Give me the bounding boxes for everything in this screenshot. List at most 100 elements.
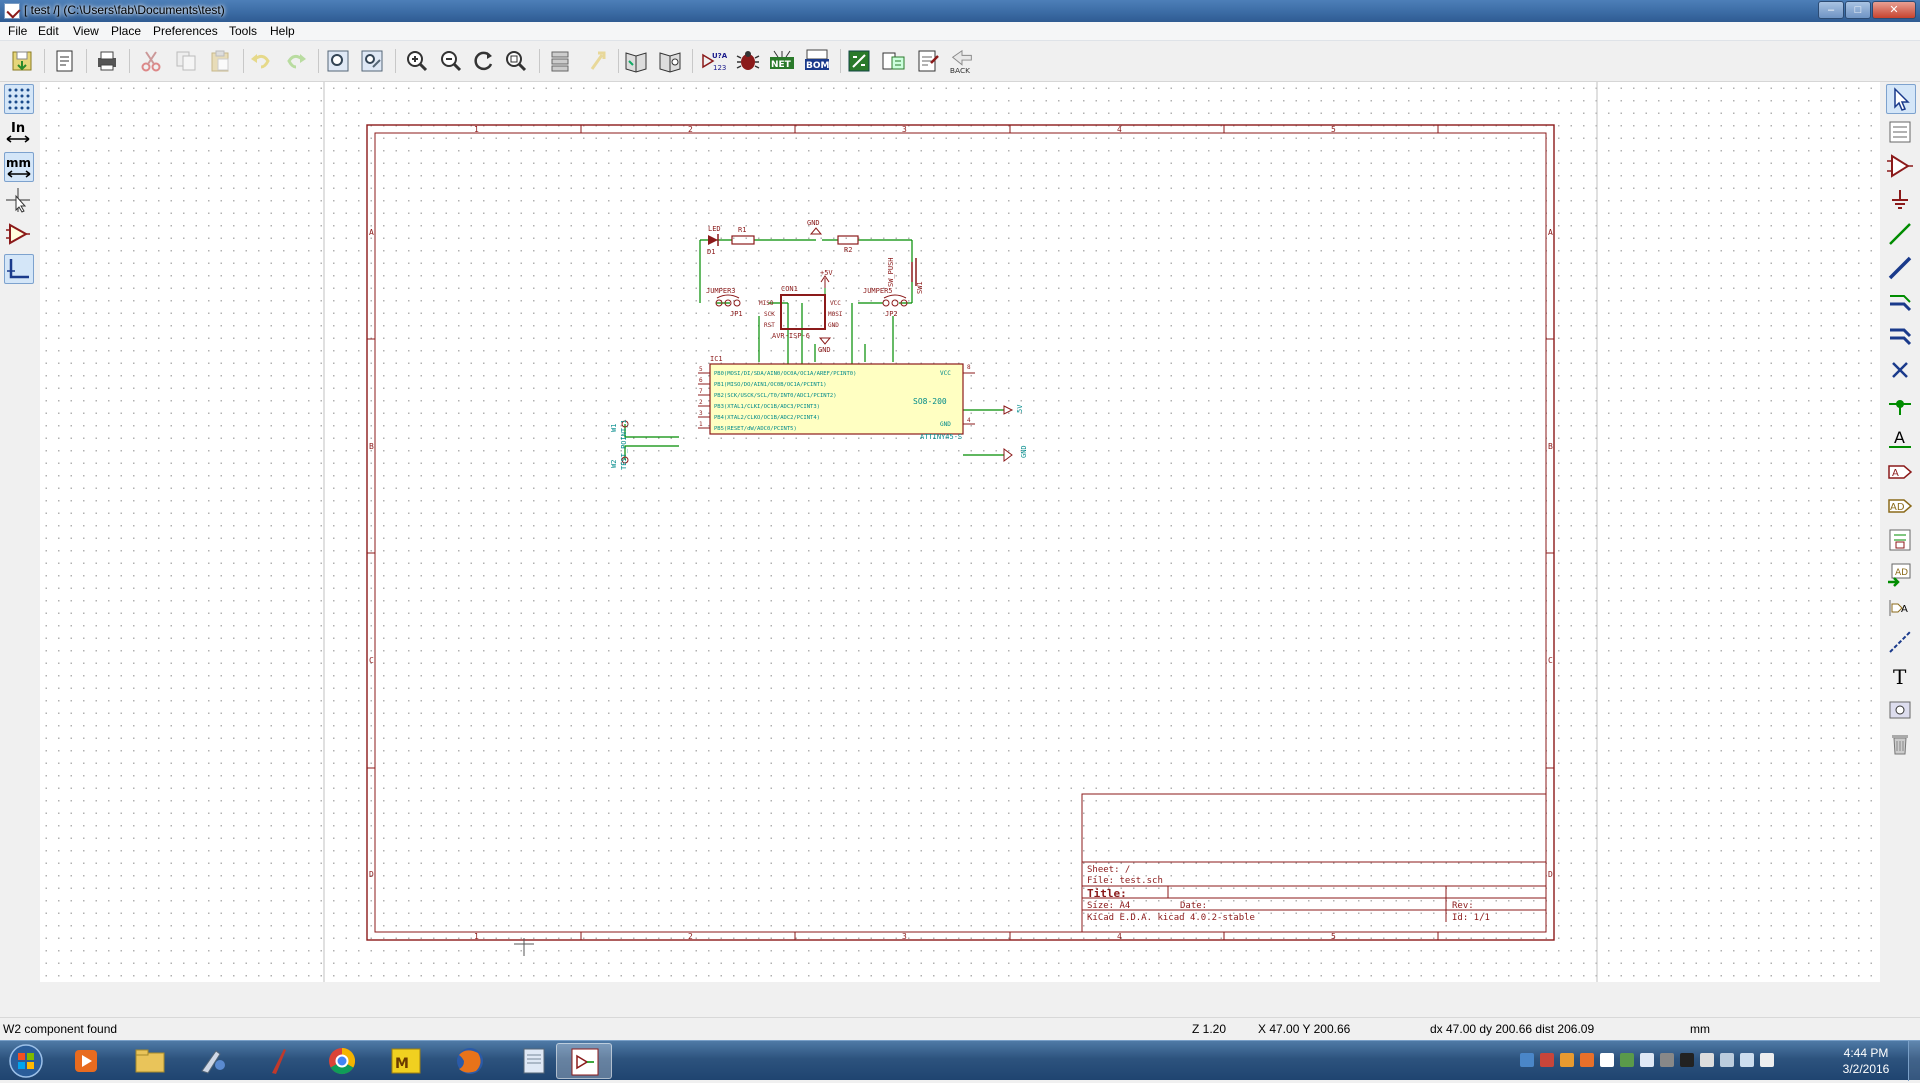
text-icon[interactable]: T xyxy=(1886,662,1916,692)
zoom-redraw-icon[interactable] xyxy=(470,47,498,75)
tray-wifi-icon[interactable] xyxy=(1720,1053,1734,1067)
menu-edit[interactable]: Edit xyxy=(38,24,59,38)
graphic-line-icon[interactable] xyxy=(1886,628,1916,658)
tray-speaker-icon[interactable] xyxy=(1760,1053,1774,1067)
miso-label: MISO xyxy=(759,300,774,307)
mosi-label: MOSI xyxy=(828,311,843,318)
select-arrow-icon[interactable] xyxy=(1886,84,1916,114)
hidden-pins-icon[interactable] xyxy=(4,220,34,250)
tray-office-icon[interactable] xyxy=(1580,1053,1594,1067)
junction-icon[interactable] xyxy=(1886,390,1916,420)
sheet-pin-icon[interactable]: A xyxy=(1886,594,1916,624)
zoom-in-icon[interactable] xyxy=(403,47,431,75)
w2-label: W2 xyxy=(610,460,618,468)
add-bus-icon[interactable] xyxy=(1886,254,1916,284)
taskbar-clock[interactable]: 4:44 PM 3/2/2016 xyxy=(1826,1045,1906,1077)
menu-help[interactable]: Help xyxy=(270,24,295,38)
bom-icon[interactable]: BOM xyxy=(803,47,831,75)
wire-orientation-icon[interactable] xyxy=(4,254,34,284)
library-editor-icon[interactable] xyxy=(622,47,650,75)
paint-tool-icon[interactable] xyxy=(186,1043,242,1079)
matlab-icon[interactable]: M xyxy=(378,1043,434,1079)
hierarchy-navigator-icon[interactable] xyxy=(1886,118,1916,148)
svg-text:mm: mm xyxy=(6,156,31,170)
menu-bar: File Edit View Place Preferences Tools H… xyxy=(0,22,1920,41)
row-label-b-right: B xyxy=(1548,442,1553,451)
zoom-out-icon[interactable] xyxy=(437,47,465,75)
hierarchical-label-icon[interactable]: AD xyxy=(1886,492,1916,522)
annotate-icon[interactable]: U?A 123 123 xyxy=(699,47,744,75)
tray-app-icon[interactable] xyxy=(1540,1053,1554,1067)
tray-windows-icon[interactable] xyxy=(1600,1053,1614,1067)
tray-update-icon[interactable] xyxy=(1560,1053,1574,1067)
ic-pin-num-1: 6 xyxy=(699,377,703,384)
notepad-icon[interactable] xyxy=(506,1043,562,1079)
menu-preferences[interactable]: Preferences xyxy=(153,24,218,38)
netlist-icon[interactable]: NET xyxy=(768,47,796,75)
inches-icon[interactable]: In xyxy=(4,118,34,148)
redo-icon[interactable] xyxy=(282,47,310,75)
image-icon[interactable] xyxy=(1886,696,1916,726)
show-desktop-button[interactable] xyxy=(1908,1041,1920,1081)
menu-file[interactable]: File xyxy=(8,24,27,38)
hierarchical-sheet-icon[interactable] xyxy=(1886,526,1916,556)
cursor-shape-icon[interactable] xyxy=(4,186,34,216)
chrome-icon[interactable] xyxy=(314,1043,370,1079)
tray-flag-icon[interactable] xyxy=(1700,1053,1714,1067)
menu-tools[interactable]: Tools xyxy=(229,24,257,38)
tray-display-icon[interactable] xyxy=(1640,1053,1654,1067)
tray-volume-app-icon[interactable] xyxy=(1660,1053,1674,1067)
tray-network-app-icon[interactable] xyxy=(1620,1053,1634,1067)
undo-icon[interactable] xyxy=(247,47,275,75)
menu-view[interactable]: View xyxy=(73,24,99,38)
minimize-button[interactable]: – xyxy=(1818,1,1844,19)
library-browser-icon[interactable] xyxy=(656,47,684,75)
media-player-icon[interactable] xyxy=(58,1043,114,1079)
hierarchy-icon[interactable] xyxy=(546,47,574,75)
find-icon[interactable] xyxy=(324,47,352,75)
kicad-eeschema-icon[interactable] xyxy=(556,1043,612,1079)
net-label-icon[interactable]: A xyxy=(1886,424,1916,454)
schematic-canvas[interactable]: 1 2 3 4 5 1 2 3 4 5 A B C D A B C D Shee… xyxy=(40,82,1880,982)
zoom-fit-icon[interactable] xyxy=(502,47,530,75)
wire-to-bus-entry-icon[interactable] xyxy=(1886,288,1916,318)
close-button[interactable]: ✕ xyxy=(1872,1,1916,19)
title-block[interactable] xyxy=(1081,793,1547,933)
print-icon[interactable] xyxy=(93,47,121,75)
new-sheet-icon[interactable] xyxy=(50,47,78,75)
import-sheet-pin-icon[interactable]: AD xyxy=(1886,560,1916,590)
import-footprint-icon[interactable] xyxy=(879,47,907,75)
file-explorer-icon[interactable] xyxy=(122,1043,178,1079)
copy-icon[interactable] xyxy=(172,47,200,75)
find-replace-icon[interactable] xyxy=(358,47,386,75)
gnd-top-label: GND xyxy=(807,219,820,227)
add-component-icon[interactable] xyxy=(1886,152,1916,182)
no-connect-icon[interactable] xyxy=(1886,356,1916,386)
firefox-icon[interactable] xyxy=(442,1043,498,1079)
start-button[interactable] xyxy=(6,1042,46,1080)
erc-icon[interactable] xyxy=(734,47,762,75)
pcbnew-icon[interactable] xyxy=(914,47,942,75)
back-annotate-icon[interactable]: BACK xyxy=(948,47,978,75)
eeschema-app-icon[interactable] xyxy=(4,3,20,19)
grid-icon[interactable] xyxy=(4,84,34,114)
tray-skype-icon[interactable] xyxy=(1520,1053,1534,1067)
cvpcb-icon[interactable] xyxy=(845,47,873,75)
add-wire-icon[interactable] xyxy=(1886,220,1916,250)
schematic-drawing[interactable]: LED D1 R1 GND R2 SW_PUSH SW1 +5V JUMPER3… xyxy=(610,219,1028,470)
global-label-icon[interactable]: A xyxy=(1886,458,1916,488)
delete-icon[interactable] xyxy=(1886,730,1916,760)
tray-signal-icon[interactable] xyxy=(1740,1053,1754,1067)
menu-place[interactable]: Place xyxy=(111,24,141,38)
millimeters-icon[interactable]: mm xyxy=(4,152,34,182)
pen-tool-icon[interactable] xyxy=(250,1043,306,1079)
cut-icon[interactable] xyxy=(137,47,165,75)
save-icon[interactable] xyxy=(8,47,36,75)
tray-usb-icon[interactable] xyxy=(1680,1053,1694,1067)
sck-label: SCK xyxy=(764,311,775,318)
maximize-button[interactable]: □ xyxy=(1845,1,1871,19)
paste-icon[interactable] xyxy=(206,47,234,75)
leave-sheet-icon[interactable] xyxy=(582,47,610,75)
add-power-icon[interactable] xyxy=(1886,186,1916,216)
bus-to-bus-entry-icon[interactable] xyxy=(1886,322,1916,352)
